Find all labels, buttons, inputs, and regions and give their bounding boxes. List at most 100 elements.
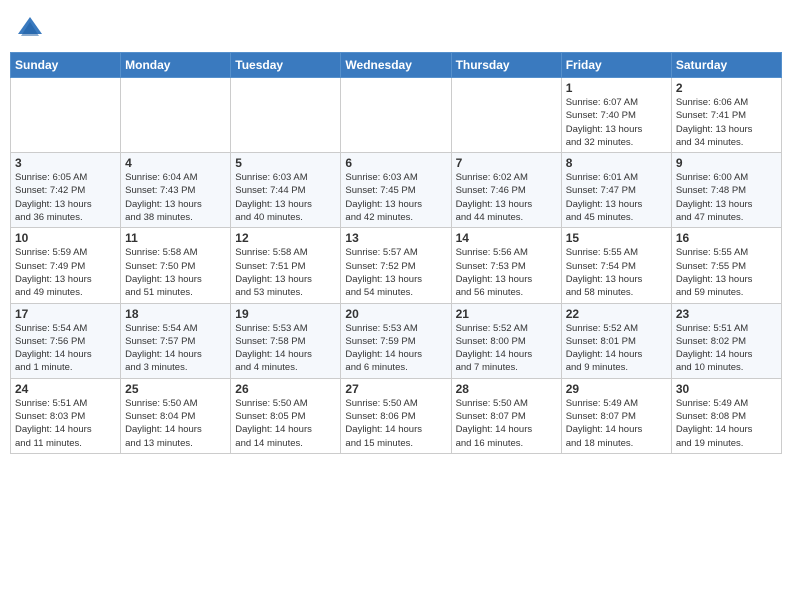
day-info: Sunrise: 6:02 AM Sunset: 7:46 PM Dayligh… <box>456 171 557 224</box>
weekday-header-monday: Monday <box>121 53 231 78</box>
calendar-cell: 9Sunrise: 6:00 AM Sunset: 7:48 PM Daylig… <box>671 153 781 228</box>
day-number: 5 <box>235 156 336 170</box>
day-info: Sunrise: 5:50 AM Sunset: 8:05 PM Dayligh… <box>235 397 336 450</box>
calendar-cell: 15Sunrise: 5:55 AM Sunset: 7:54 PM Dayli… <box>561 228 671 303</box>
weekday-header-thursday: Thursday <box>451 53 561 78</box>
calendar-cell: 23Sunrise: 5:51 AM Sunset: 8:02 PM Dayli… <box>671 303 781 378</box>
calendar-cell: 11Sunrise: 5:58 AM Sunset: 7:50 PM Dayli… <box>121 228 231 303</box>
calendar-week-row: 24Sunrise: 5:51 AM Sunset: 8:03 PM Dayli… <box>11 378 782 453</box>
calendar-cell <box>231 78 341 153</box>
day-info: Sunrise: 5:55 AM Sunset: 7:54 PM Dayligh… <box>566 246 667 299</box>
logo-icon <box>16 14 44 42</box>
calendar-cell: 22Sunrise: 5:52 AM Sunset: 8:01 PM Dayli… <box>561 303 671 378</box>
day-info: Sunrise: 5:52 AM Sunset: 8:00 PM Dayligh… <box>456 322 557 375</box>
calendar-week-row: 1Sunrise: 6:07 AM Sunset: 7:40 PM Daylig… <box>11 78 782 153</box>
calendar-cell <box>121 78 231 153</box>
calendar-cell: 1Sunrise: 6:07 AM Sunset: 7:40 PM Daylig… <box>561 78 671 153</box>
day-info: Sunrise: 5:59 AM Sunset: 7:49 PM Dayligh… <box>15 246 116 299</box>
day-number: 3 <box>15 156 116 170</box>
day-number: 1 <box>566 81 667 95</box>
calendar-cell: 4Sunrise: 6:04 AM Sunset: 7:43 PM Daylig… <box>121 153 231 228</box>
calendar-cell: 6Sunrise: 6:03 AM Sunset: 7:45 PM Daylig… <box>341 153 451 228</box>
day-number: 17 <box>15 307 116 321</box>
day-number: 7 <box>456 156 557 170</box>
page-header <box>10 10 782 46</box>
calendar-cell: 8Sunrise: 6:01 AM Sunset: 7:47 PM Daylig… <box>561 153 671 228</box>
day-number: 26 <box>235 382 336 396</box>
calendar-cell: 5Sunrise: 6:03 AM Sunset: 7:44 PM Daylig… <box>231 153 341 228</box>
calendar-week-row: 17Sunrise: 5:54 AM Sunset: 7:56 PM Dayli… <box>11 303 782 378</box>
day-info: Sunrise: 5:51 AM Sunset: 8:03 PM Dayligh… <box>15 397 116 450</box>
day-info: Sunrise: 5:58 AM Sunset: 7:51 PM Dayligh… <box>235 246 336 299</box>
day-number: 14 <box>456 231 557 245</box>
day-number: 28 <box>456 382 557 396</box>
weekday-header-wednesday: Wednesday <box>341 53 451 78</box>
calendar-cell: 19Sunrise: 5:53 AM Sunset: 7:58 PM Dayli… <box>231 303 341 378</box>
calendar-cell <box>341 78 451 153</box>
day-number: 22 <box>566 307 667 321</box>
day-info: Sunrise: 5:54 AM Sunset: 7:56 PM Dayligh… <box>15 322 116 375</box>
calendar-header-row: SundayMondayTuesdayWednesdayThursdayFrid… <box>11 53 782 78</box>
calendar-week-row: 3Sunrise: 6:05 AM Sunset: 7:42 PM Daylig… <box>11 153 782 228</box>
calendar-cell <box>451 78 561 153</box>
calendar-cell: 26Sunrise: 5:50 AM Sunset: 8:05 PM Dayli… <box>231 378 341 453</box>
day-number: 21 <box>456 307 557 321</box>
day-number: 6 <box>345 156 446 170</box>
calendar-cell: 30Sunrise: 5:49 AM Sunset: 8:08 PM Dayli… <box>671 378 781 453</box>
calendar-cell: 12Sunrise: 5:58 AM Sunset: 7:51 PM Dayli… <box>231 228 341 303</box>
calendar-cell: 24Sunrise: 5:51 AM Sunset: 8:03 PM Dayli… <box>11 378 121 453</box>
day-info: Sunrise: 6:04 AM Sunset: 7:43 PM Dayligh… <box>125 171 226 224</box>
day-number: 27 <box>345 382 446 396</box>
day-number: 16 <box>676 231 777 245</box>
day-info: Sunrise: 6:03 AM Sunset: 7:44 PM Dayligh… <box>235 171 336 224</box>
calendar-cell: 3Sunrise: 6:05 AM Sunset: 7:42 PM Daylig… <box>11 153 121 228</box>
calendar-cell: 2Sunrise: 6:06 AM Sunset: 7:41 PM Daylig… <box>671 78 781 153</box>
calendar-cell: 14Sunrise: 5:56 AM Sunset: 7:53 PM Dayli… <box>451 228 561 303</box>
day-number: 20 <box>345 307 446 321</box>
calendar-cell: 10Sunrise: 5:59 AM Sunset: 7:49 PM Dayli… <box>11 228 121 303</box>
day-number: 11 <box>125 231 226 245</box>
day-number: 13 <box>345 231 446 245</box>
day-number: 19 <box>235 307 336 321</box>
day-number: 18 <box>125 307 226 321</box>
day-info: Sunrise: 5:55 AM Sunset: 7:55 PM Dayligh… <box>676 246 777 299</box>
day-info: Sunrise: 5:49 AM Sunset: 8:07 PM Dayligh… <box>566 397 667 450</box>
day-number: 2 <box>676 81 777 95</box>
day-number: 25 <box>125 382 226 396</box>
calendar-cell: 20Sunrise: 5:53 AM Sunset: 7:59 PM Dayli… <box>341 303 451 378</box>
weekday-header-saturday: Saturday <box>671 53 781 78</box>
day-number: 30 <box>676 382 777 396</box>
day-info: Sunrise: 5:53 AM Sunset: 7:59 PM Dayligh… <box>345 322 446 375</box>
day-info: Sunrise: 5:58 AM Sunset: 7:50 PM Dayligh… <box>125 246 226 299</box>
calendar-cell: 13Sunrise: 5:57 AM Sunset: 7:52 PM Dayli… <box>341 228 451 303</box>
day-info: Sunrise: 5:54 AM Sunset: 7:57 PM Dayligh… <box>125 322 226 375</box>
day-number: 24 <box>15 382 116 396</box>
day-number: 10 <box>15 231 116 245</box>
day-number: 15 <box>566 231 667 245</box>
day-info: Sunrise: 6:06 AM Sunset: 7:41 PM Dayligh… <box>676 96 777 149</box>
day-info: Sunrise: 5:53 AM Sunset: 7:58 PM Dayligh… <box>235 322 336 375</box>
day-info: Sunrise: 5:56 AM Sunset: 7:53 PM Dayligh… <box>456 246 557 299</box>
weekday-header-tuesday: Tuesday <box>231 53 341 78</box>
day-info: Sunrise: 6:00 AM Sunset: 7:48 PM Dayligh… <box>676 171 777 224</box>
day-number: 12 <box>235 231 336 245</box>
day-info: Sunrise: 6:03 AM Sunset: 7:45 PM Dayligh… <box>345 171 446 224</box>
day-number: 8 <box>566 156 667 170</box>
day-number: 4 <box>125 156 226 170</box>
day-info: Sunrise: 5:51 AM Sunset: 8:02 PM Dayligh… <box>676 322 777 375</box>
day-info: Sunrise: 6:01 AM Sunset: 7:47 PM Dayligh… <box>566 171 667 224</box>
day-info: Sunrise: 5:50 AM Sunset: 8:07 PM Dayligh… <box>456 397 557 450</box>
day-info: Sunrise: 5:57 AM Sunset: 7:52 PM Dayligh… <box>345 246 446 299</box>
logo <box>16 14 48 42</box>
day-number: 9 <box>676 156 777 170</box>
day-info: Sunrise: 5:50 AM Sunset: 8:06 PM Dayligh… <box>345 397 446 450</box>
calendar-cell: 17Sunrise: 5:54 AM Sunset: 7:56 PM Dayli… <box>11 303 121 378</box>
day-info: Sunrise: 5:49 AM Sunset: 8:08 PM Dayligh… <box>676 397 777 450</box>
calendar-cell: 29Sunrise: 5:49 AM Sunset: 8:07 PM Dayli… <box>561 378 671 453</box>
calendar-cell: 28Sunrise: 5:50 AM Sunset: 8:07 PM Dayli… <box>451 378 561 453</box>
calendar-cell <box>11 78 121 153</box>
day-info: Sunrise: 5:50 AM Sunset: 8:04 PM Dayligh… <box>125 397 226 450</box>
day-info: Sunrise: 6:07 AM Sunset: 7:40 PM Dayligh… <box>566 96 667 149</box>
day-info: Sunrise: 6:05 AM Sunset: 7:42 PM Dayligh… <box>15 171 116 224</box>
day-number: 23 <box>676 307 777 321</box>
